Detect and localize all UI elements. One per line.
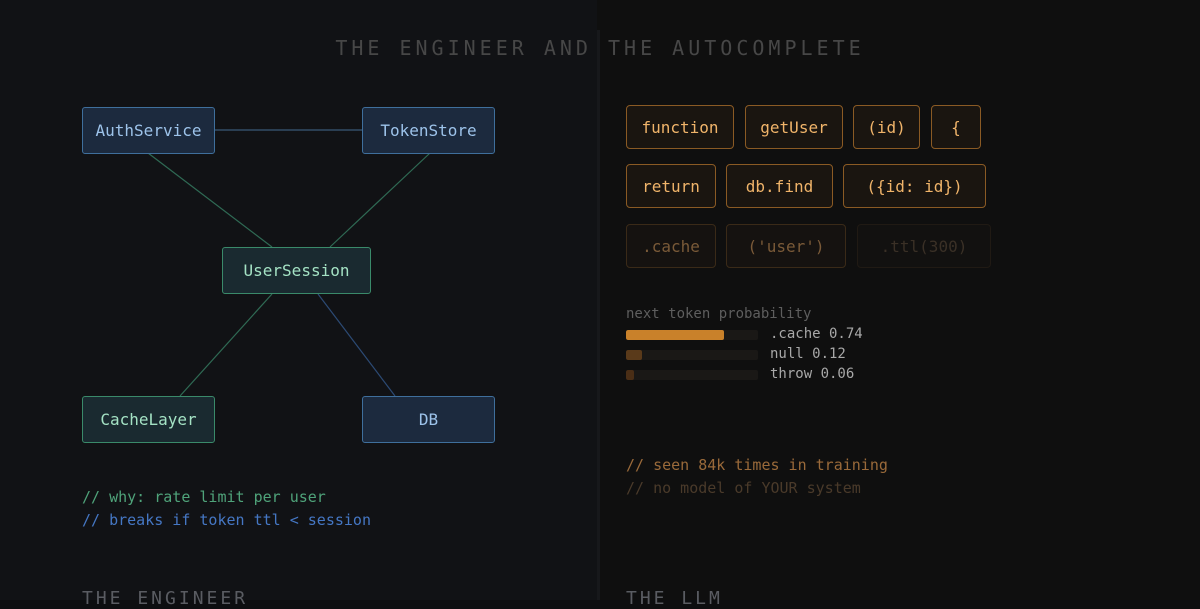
edge-session-db — [317, 293, 396, 397]
probability-row: null 0.12 — [626, 346, 926, 364]
architecture-edges — [147, 129, 431, 397]
node-auth-service: AuthService — [82, 107, 215, 154]
node-cache-layer: CacheLayer — [82, 396, 215, 443]
edge-token-session — [329, 152, 431, 248]
edge-session-cache — [179, 293, 273, 397]
token-function: function — [626, 105, 734, 149]
probability-title: next token probability — [626, 306, 812, 322]
node-label: TokenStore — [380, 121, 477, 140]
token-return: return — [626, 164, 716, 208]
node-token-store: TokenStore — [362, 107, 495, 154]
token-id-object: ({id: id}) — [843, 164, 986, 208]
probability-bar-null — [626, 350, 642, 360]
token-cache: .cache — [626, 224, 716, 268]
engineer-label: THE ENGINEER — [82, 588, 249, 609]
probability-track — [626, 370, 758, 380]
probability-track — [626, 350, 758, 360]
engineer-comment-why: // why: rate limit per user — [82, 488, 326, 506]
node-label: DB — [418, 410, 439, 429]
node-label: AuthService — [95, 121, 202, 140]
probability-label: .cache 0.74 — [770, 326, 863, 342]
probability-label: null 0.12 — [770, 346, 846, 362]
probability-bar-throw — [626, 370, 634, 380]
token-getuser: getUser — [745, 105, 843, 149]
llm-label: THE LLM — [626, 588, 723, 609]
edge-auth-session — [147, 152, 273, 248]
llm-comment-no-model: // no model of YOUR system — [626, 479, 861, 497]
llm-comment-seen: // seen 84k times in training — [626, 456, 888, 474]
probability-row: .cache 0.74 — [626, 326, 926, 344]
token-ttl: .ttl(300) — [857, 224, 991, 268]
token-id-param: (id) — [853, 105, 920, 149]
token-user-string: ('user') — [726, 224, 846, 268]
node-db: DB — [362, 396, 495, 443]
probability-row: throw 0.06 — [626, 366, 926, 384]
probability-label: throw 0.06 — [770, 366, 855, 382]
probability-bar-cache — [626, 330, 724, 340]
node-label: UserSession — [243, 261, 350, 280]
node-user-session: UserSession — [222, 247, 371, 294]
token-db-find: db.find — [726, 164, 833, 208]
engineer-comment-breaks: // breaks if token ttl < session — [82, 511, 371, 529]
probability-track — [626, 330, 758, 340]
node-label: CacheLayer — [100, 410, 197, 429]
token-open-brace: { — [931, 105, 981, 149]
